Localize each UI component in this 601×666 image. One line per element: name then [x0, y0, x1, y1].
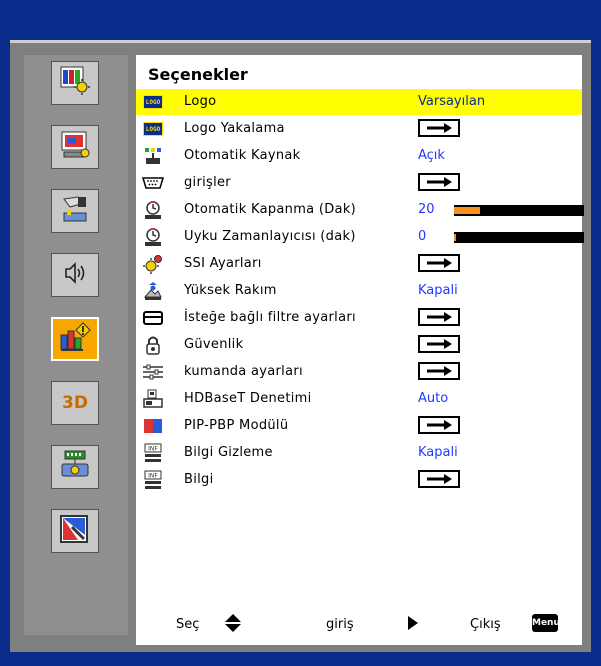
menu-row-logo-capture[interactable]: LOGO Logo Yakalama — [136, 116, 582, 142]
enter-arrow-button[interactable] — [418, 119, 460, 137]
enter-arrow-button[interactable] — [418, 335, 460, 353]
menu-row-high-altitude[interactable]: Yüksek Rakım Kapali — [136, 278, 582, 304]
footer-hints: Seç giriş Çıkış Menu — [136, 611, 582, 641]
osd-frame: 3D Seçenekler LOGO Logo Varsayılan LOGO … — [10, 40, 591, 652]
sidebar: 3D — [24, 55, 128, 635]
exit-hint-label: Çıkış — [470, 617, 501, 632]
svg-text:INF: INF — [148, 473, 158, 480]
menu-row-value[interactable]: Kapali — [418, 445, 458, 460]
page-title: Seçenekler — [148, 65, 248, 84]
info-icon: INF — [142, 470, 164, 490]
menu-row-logo[interactable]: LOGO Logo Varsayılan — [136, 89, 582, 115]
sidebar-item-options[interactable] — [51, 317, 99, 361]
input-icon — [142, 173, 164, 193]
image-settings-icon — [58, 65, 92, 101]
enter-arrow-button[interactable] — [418, 173, 460, 191]
logo-icon: LOGO — [142, 92, 164, 112]
audio-icon — [58, 257, 92, 293]
hdbaset-icon — [142, 389, 164, 409]
menu-row-value[interactable]: Açık — [418, 148, 445, 163]
3d-icon: 3D — [62, 393, 88, 413]
menu-row-hdbaset[interactable]: HDBaseT Denetimi Auto — [136, 386, 582, 412]
menu-row-remote-settings[interactable]: kumanda ayarları — [136, 359, 582, 385]
menu-row-label: Otomatik Kapanma (Dak) — [184, 202, 357, 217]
menu-row-label: kumanda ayarları — [184, 364, 303, 379]
menu-row-label: Yüksek Rakım — [184, 283, 277, 298]
menu-row-label: Güvenlik — [184, 337, 244, 352]
menu-row-label: HDBaseT Denetimi — [184, 391, 312, 406]
enter-arrow-button[interactable] — [418, 416, 460, 434]
slider-fill — [454, 234, 456, 241]
sidebar-item-3d[interactable]: 3D — [51, 381, 99, 425]
menu-row-label: Logo — [184, 94, 217, 109]
pip-icon — [142, 416, 164, 436]
menu-row-label: PIP-PBP Modülü — [184, 418, 289, 433]
display-icon — [58, 129, 92, 165]
svg-text:INF: INF — [148, 446, 158, 453]
security-icon — [142, 335, 164, 355]
menu-row-sleep-timer[interactable]: Uyku Zamanlayıcısı (dak) 0 — [136, 224, 584, 250]
enter-arrow-button[interactable] — [418, 254, 460, 272]
menu-row-label: Bilgi — [184, 472, 214, 487]
options-panel: Seçenekler LOGO Logo Varsayılan LOGO Log… — [136, 55, 584, 645]
sleep-timer-icon — [142, 227, 164, 247]
altitude-icon — [142, 281, 164, 301]
menu-row-label: İsteğe bağlı filtre ayarları — [184, 310, 356, 325]
menu-row-auto-source[interactable]: Otomatik Kaynak Açık — [136, 143, 582, 169]
setup-icon — [58, 193, 92, 229]
menu-row-label: Logo Yakalama — [184, 121, 285, 136]
auto-power-off-slider[interactable] — [454, 205, 584, 216]
slider-fill — [454, 207, 480, 214]
menu-row-info[interactable]: INF Bilgi — [136, 467, 582, 493]
up-down-arrows-icon — [224, 613, 242, 637]
menu-row-label: Uyku Zamanlayıcısı (dak) — [184, 229, 356, 244]
logo-capture-icon: LOGO — [142, 119, 164, 139]
lan-icon — [58, 449, 92, 485]
menu-row-value[interactable]: Kapali — [418, 283, 458, 298]
menu-row-auto-power-off[interactable]: Otomatik Kapanma (Dak) 20 — [136, 197, 584, 223]
sidebar-item-display[interactable] — [51, 125, 99, 169]
menu-row-label: Otomatik Kaynak — [184, 148, 301, 163]
sidebar-item-audio[interactable] — [51, 253, 99, 297]
menu-row-pip-pbp[interactable]: PIP-PBP Modülü — [136, 413, 582, 439]
select-hint-label: Seç — [176, 617, 200, 632]
menu-row-value[interactable]: Auto — [418, 391, 448, 406]
enter-arrow-button[interactable] — [418, 470, 460, 488]
right-triangle-icon — [407, 615, 419, 635]
enter-arrow-button[interactable] — [418, 362, 460, 380]
menu-row-value: 0 — [418, 229, 427, 244]
menu-row-inputs[interactable]: girişler — [136, 170, 582, 196]
sidebar-item-image-settings[interactable] — [51, 61, 99, 105]
filter-icon — [142, 308, 164, 328]
sidebar-item-lan[interactable] — [51, 445, 99, 489]
menu-row-value: 20 — [418, 202, 435, 217]
menu-button-icon: Menu — [532, 614, 560, 632]
top-bar — [0, 0, 601, 40]
auto-source-icon — [142, 146, 164, 166]
menu-row-info-hide[interactable]: INF Bilgi Gizleme Kapali — [136, 440, 582, 466]
menu-row-label: Bilgi Gizleme — [184, 445, 273, 460]
menu-row-security[interactable]: Güvenlik — [136, 332, 582, 358]
sidebar-item-advanced[interactable] — [51, 509, 99, 553]
ssi-icon — [142, 254, 164, 274]
menu-row-value[interactable]: Varsayılan — [418, 94, 485, 109]
enter-arrow-button[interactable] — [418, 308, 460, 326]
remote-icon — [142, 362, 164, 382]
info-hide-icon: INF — [142, 443, 164, 463]
menu-row-ssi-settings[interactable]: SSI Ayarları — [136, 251, 582, 277]
menu-row-optional-filter[interactable]: İsteğe bağlı filtre ayarları — [136, 305, 582, 331]
menu-row-label: girişler — [184, 175, 231, 190]
advanced-icon — [58, 513, 92, 549]
timer-icon — [142, 200, 164, 220]
options-icon — [58, 321, 92, 357]
sidebar-item-setup[interactable] — [51, 189, 99, 233]
enter-hint-label: giriş — [326, 617, 354, 632]
sleep-timer-slider[interactable] — [454, 232, 584, 243]
menu-row-label: SSI Ayarları — [184, 256, 262, 271]
